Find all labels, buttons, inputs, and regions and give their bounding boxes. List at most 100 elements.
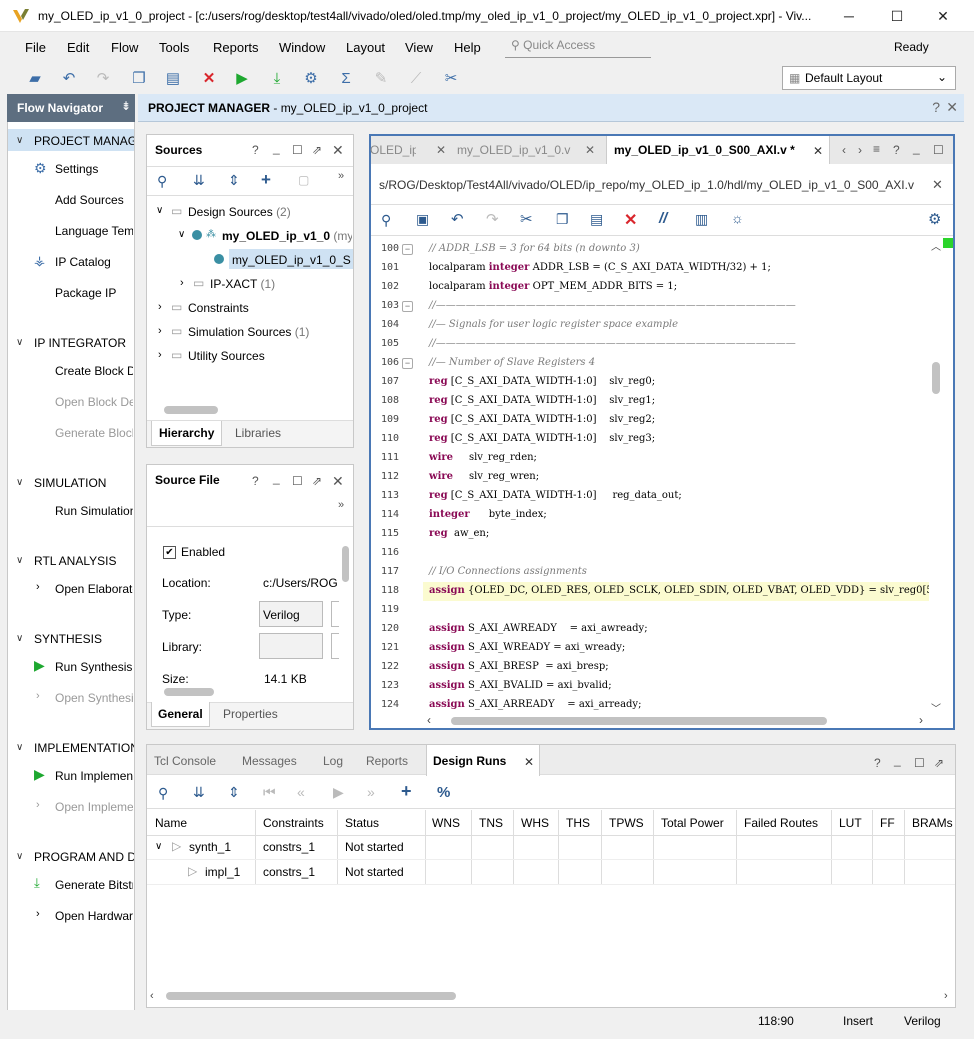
chevron-right-icon[interactable]: ›	[158, 349, 162, 361]
col-ths[interactable]: THS	[566, 816, 590, 830]
tree-design-sources[interactable]: Design Sources (2)	[188, 205, 291, 219]
code-line[interactable]: 115 reg aw_en;	[371, 525, 929, 544]
copy-icon[interactable]: ❐	[128, 68, 150, 90]
nav-create-block-design[interactable]: Create Block Design	[55, 364, 133, 378]
tab-reports[interactable]: Reports	[366, 754, 408, 768]
tree-top-module[interactable]: my_OLED_ip_v1_0 (my	[222, 229, 352, 243]
tab-general[interactable]: General	[151, 702, 210, 727]
tab-oled-ip[interactable]: OLED_ip	[370, 143, 416, 157]
section-simulation[interactable]: SIMULATION	[34, 476, 106, 490]
code-line[interactable]: 116	[371, 544, 929, 563]
percent-icon[interactable]: %	[437, 784, 450, 801]
tab-menu-icon[interactable]: ≡	[873, 142, 880, 156]
scroll-right-icon[interactable]: ›	[919, 713, 923, 727]
library-field[interactable]	[259, 633, 323, 659]
code-line[interactable]: 121 assign S_AXI_WREADY = axi_wready;	[371, 639, 929, 658]
tree-simulation-sources[interactable]: Simulation Sources (1)	[188, 325, 309, 339]
code-line[interactable]: 101 localparam integer ADDR_LSB = (C_S_AX…	[371, 259, 929, 278]
help-icon[interactable]: ?	[893, 143, 900, 157]
tool-a-icon[interactable]: ✎	[370, 68, 392, 90]
help-icon[interactable]: ?	[932, 99, 940, 115]
close-icon[interactable]: ✕	[946, 99, 958, 116]
tree-axi-module[interactable]: my_OLED_ip_v1_0_S	[232, 253, 352, 267]
menu-flow[interactable]: Flow	[111, 40, 138, 55]
code-line[interactable]: 109 reg [C_S_AXI_DATA_WIDTH-1:0] slv_reg2…	[371, 411, 929, 430]
scroll-up-icon[interactable]: ︿	[931, 238, 941, 253]
minimize-button[interactable]: ─	[826, 0, 872, 32]
menu-file[interactable]: File	[25, 40, 46, 55]
more-icon[interactable]: »	[338, 499, 344, 511]
tree-utility-sources[interactable]: Utility Sources	[188, 349, 265, 363]
chevron-right-icon[interactable]: ›	[36, 799, 40, 811]
float-icon[interactable]: ⇗	[312, 474, 322, 488]
chevron-down-icon[interactable]: ∨	[16, 555, 23, 566]
library-dropdown[interactable]	[331, 633, 339, 659]
runs-hscrollbar[interactable]	[166, 992, 456, 1000]
section-project-manager[interactable]: PROJECT MANAGER	[34, 134, 134, 148]
restore-icon[interactable]: ☐	[292, 474, 303, 488]
code-line[interactable]: 123 assign S_AXI_BVALID = axi_bvalid;	[371, 677, 929, 696]
search-icon[interactable]: ⚲	[381, 212, 391, 229]
chevron-right-icon[interactable]: ›	[36, 908, 40, 920]
tab-close-icon[interactable]: ✕	[585, 143, 595, 157]
add-icon[interactable]: +	[261, 170, 271, 190]
menu-edit[interactable]: Edit	[67, 40, 89, 55]
scroll-down-icon[interactable]: ﹀	[931, 700, 941, 715]
tab-tcl-console[interactable]: Tcl Console	[154, 754, 216, 768]
search-icon[interactable]: ⚲	[157, 173, 167, 190]
col-whs[interactable]: WHS	[521, 816, 549, 830]
nav-generate-block-design[interactable]: Generate Block Design	[55, 426, 133, 440]
editor-hscrollbar[interactable]	[451, 717, 827, 725]
tab-log[interactable]: Log	[323, 754, 343, 768]
code-line[interactable]: 119	[371, 601, 929, 620]
fold-icon[interactable]: −	[402, 301, 413, 312]
col-status[interactable]: Status	[345, 816, 379, 830]
section-synthesis[interactable]: SYNTHESIS	[34, 632, 102, 646]
undo-icon[interactable]: ↶	[451, 210, 464, 228]
nav-run-implementation[interactable]: Run Implementation	[55, 769, 133, 783]
chevron-down-icon[interactable]: ∨	[16, 851, 23, 862]
search-icon[interactable]: ⚲	[158, 785, 168, 802]
code-line[interactable]: 110 reg [C_S_AXI_DATA_WIDTH-1:0] slv_reg3…	[371, 430, 929, 449]
tab-my-oled-ip-v[interactable]: my_OLED_ip_v1_0.v	[457, 143, 570, 157]
tab-next-icon[interactable]: ›	[858, 143, 862, 157]
collapse-all-icon[interactable]: ⇊	[193, 172, 205, 189]
nav-run-simulation[interactable]: Run Simulation	[55, 504, 133, 518]
collapse-all-icon[interactable]: ⇊	[193, 784, 205, 801]
help-icon[interactable]: ?	[252, 474, 259, 488]
float-icon[interactable]: ⇗	[312, 143, 322, 157]
code-line[interactable]: 122 assign S_AXI_BRESP = axi_bresp;	[371, 658, 929, 677]
settings-icon[interactable]: ⚙	[928, 210, 941, 228]
redo-icon[interactable]: ↷	[486, 210, 499, 228]
menu-window[interactable]: Window	[279, 40, 325, 55]
expand-all-icon[interactable]: ⇕	[228, 784, 240, 801]
chevron-down-icon[interactable]: ∨	[16, 135, 23, 146]
chevron-down-icon[interactable]: ∨	[16, 633, 23, 644]
scroll-right-icon[interactable]: ›	[944, 990, 948, 1002]
tab-close-icon[interactable]: ✕	[813, 144, 823, 158]
minimize-icon[interactable]: _	[273, 471, 280, 485]
settings-icon[interactable]: ⚙	[300, 68, 322, 90]
close-window-button[interactable]: ✕	[920, 0, 966, 32]
help-icon[interactable]: ?	[252, 143, 259, 157]
close-icon[interactable]: ✕	[932, 177, 943, 193]
run-icon[interactable]: ▶	[231, 68, 253, 90]
minimize-icon[interactable]: _	[894, 753, 901, 767]
open-project-icon[interactable]: ▰	[24, 68, 46, 90]
col-ff[interactable]: FF	[880, 816, 895, 830]
code-line[interactable]: 111 wire slv_reg_rden;	[371, 449, 929, 468]
nav-open-implemented-design[interactable]: Open Implemented Design	[55, 800, 133, 814]
section-program-and-debug[interactable]: PROGRAM AND DEBUG	[34, 850, 134, 864]
help-icon[interactable]: ?	[874, 756, 881, 770]
expand-all-icon[interactable]: ⇕	[228, 172, 240, 189]
copy-icon[interactable]: ❐	[556, 211, 569, 228]
menu-view[interactable]: View	[405, 40, 433, 55]
menu-help[interactable]: Help	[454, 40, 481, 55]
nav-open-synthesized-design[interactable]: Open Synthesized Design	[55, 691, 133, 705]
fold-icon[interactable]: −	[402, 244, 413, 255]
col-tpws[interactable]: TPWS	[609, 816, 644, 830]
nav-add-sources[interactable]: Add Sources	[55, 193, 133, 207]
tree-constraints[interactable]: Constraints	[188, 301, 249, 315]
nav-run-synthesis[interactable]: Run Synthesis	[55, 660, 133, 674]
chevron-right-icon[interactable]: ›	[180, 277, 184, 289]
